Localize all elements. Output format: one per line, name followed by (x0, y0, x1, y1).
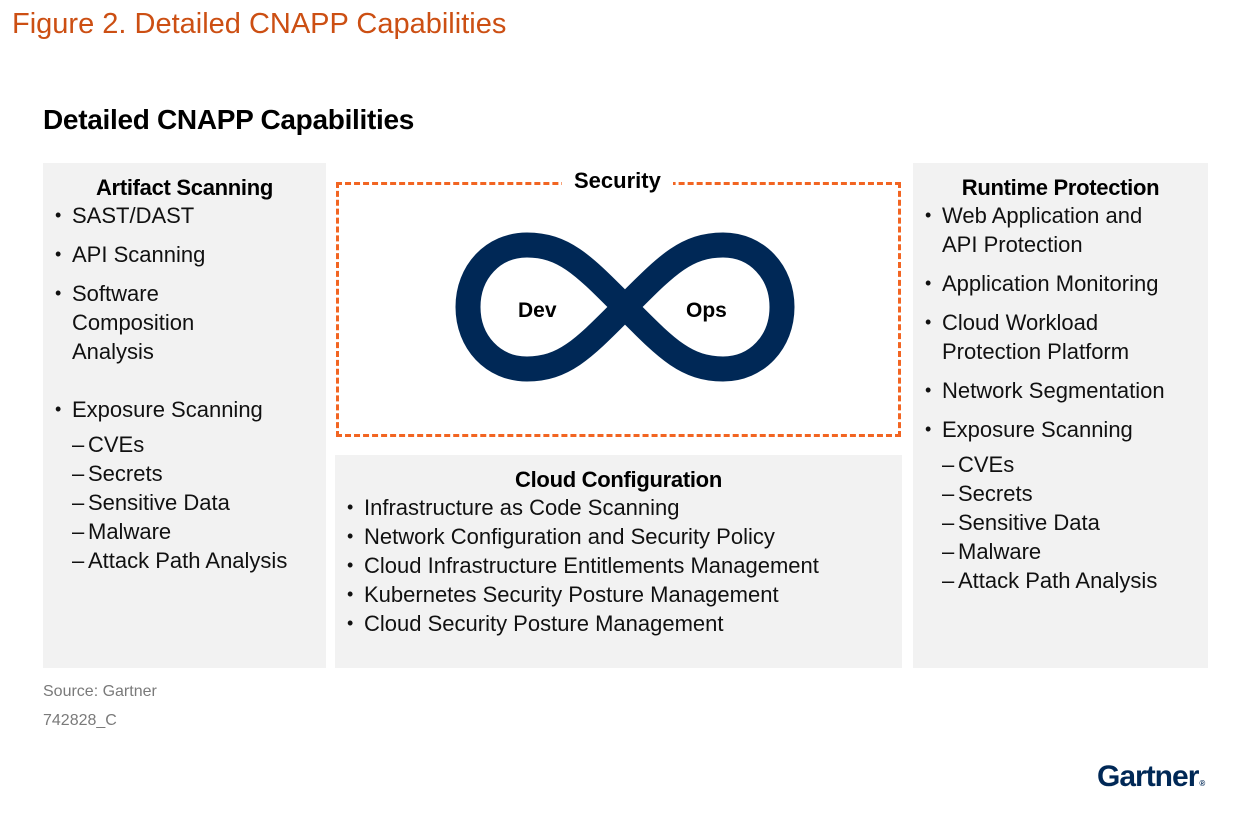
ops-label: Ops (686, 299, 727, 322)
diagram-title: Detailed CNAPP Capabilities (43, 104, 415, 135)
logo-text: Gartner (1097, 760, 1199, 793)
list-item-label: API Scanning (72, 242, 206, 267)
cloud-configuration-heading: Cloud Configuration (515, 467, 722, 492)
security-label: Security (562, 168, 673, 194)
sub-list: CVEs Secrets Sensitive Data Malware Atta… (72, 430, 326, 575)
gartner-logo: Gartner® (1097, 760, 1205, 794)
list-item: Application Monitoring (913, 269, 1208, 298)
sub-list-item: Malware (942, 537, 1208, 566)
list-item: Cloud Workload Protection Platform (913, 308, 1172, 366)
list-item-label: Web Application and API Protection (942, 203, 1143, 257)
list-item: Network Configuration and Security Polic… (335, 522, 902, 551)
figure-code: 742828_C (43, 712, 117, 729)
sub-list-item: Malware (72, 517, 326, 546)
sub-list-item: Attack Path Analysis (72, 546, 326, 575)
source-note: Source: Gartner (43, 683, 157, 700)
list-item: Kubernetes Security Posture Management (335, 580, 902, 609)
list-item: Network Segmentation (913, 376, 1208, 405)
list-item: Exposure Scanning CVEs Secrets Sensitive… (43, 395, 326, 575)
sub-list-item: CVEs (942, 450, 1208, 479)
sub-list-item: Attack Path Analysis (942, 566, 1208, 595)
sub-list: CVEs Secrets Sensitive Data Malware Atta… (942, 450, 1208, 595)
list-item-label: Software Composition Analysis (72, 281, 195, 364)
figure-title: Figure 2. Detailed CNAPP Capabilities (12, 8, 507, 40)
registered-mark-icon: ® (1199, 779, 1205, 788)
sub-list-item: Secrets (72, 459, 326, 488)
list-item: SAST/DAST (43, 201, 326, 230)
list-item-label: Network Segmentation (942, 378, 1165, 403)
list-item: API Scanning (43, 240, 326, 269)
list-item-label: Cloud Workload Protection Platform (942, 310, 1130, 364)
cloud-configuration-panel: Cloud Configuration Infrastructure as Co… (335, 455, 902, 668)
list-item-label: SAST/DAST (72, 203, 195, 228)
runtime-protection-heading: Runtime Protection (961, 175, 1160, 200)
sub-list-item: CVEs (72, 430, 326, 459)
artifact-scanning-panel: Artifact Scanning SAST/DAST API Scanning… (43, 163, 326, 668)
list-item: Software Composition Analysis (43, 279, 242, 366)
list-item: Exposure Scanning CVEs Secrets Sensitive… (913, 415, 1208, 595)
infinity-path (455, 232, 795, 382)
runtime-protection-list: Web Application and API Protection Appli… (913, 201, 1208, 595)
sub-list-item: Sensitive Data (942, 508, 1208, 537)
artifact-scanning-list: SAST/DAST API Scanning Software Composit… (43, 201, 326, 575)
list-item: Cloud Infrastructure Entitlements Manage… (335, 551, 902, 580)
infinity-loop-icon (455, 232, 795, 382)
list-item: Web Application and API Protection (913, 201, 1182, 259)
list-item-label: Application Monitoring (942, 271, 1159, 296)
sub-list-item: Secrets (942, 479, 1208, 508)
artifact-scanning-heading: Artifact Scanning (95, 175, 274, 200)
list-item-label: Exposure Scanning (942, 417, 1133, 442)
list-item: Cloud Security Posture Management (335, 609, 902, 638)
sub-list-item: Sensitive Data (72, 488, 326, 517)
list-item: Infrastructure as Code Scanning (335, 493, 902, 522)
runtime-protection-panel: Runtime Protection Web Application and A… (913, 163, 1208, 668)
dev-label: Dev (518, 299, 557, 322)
list-item-label: Exposure Scanning (72, 397, 263, 422)
cloud-configuration-list: Infrastructure as Code Scanning Network … (335, 493, 902, 638)
